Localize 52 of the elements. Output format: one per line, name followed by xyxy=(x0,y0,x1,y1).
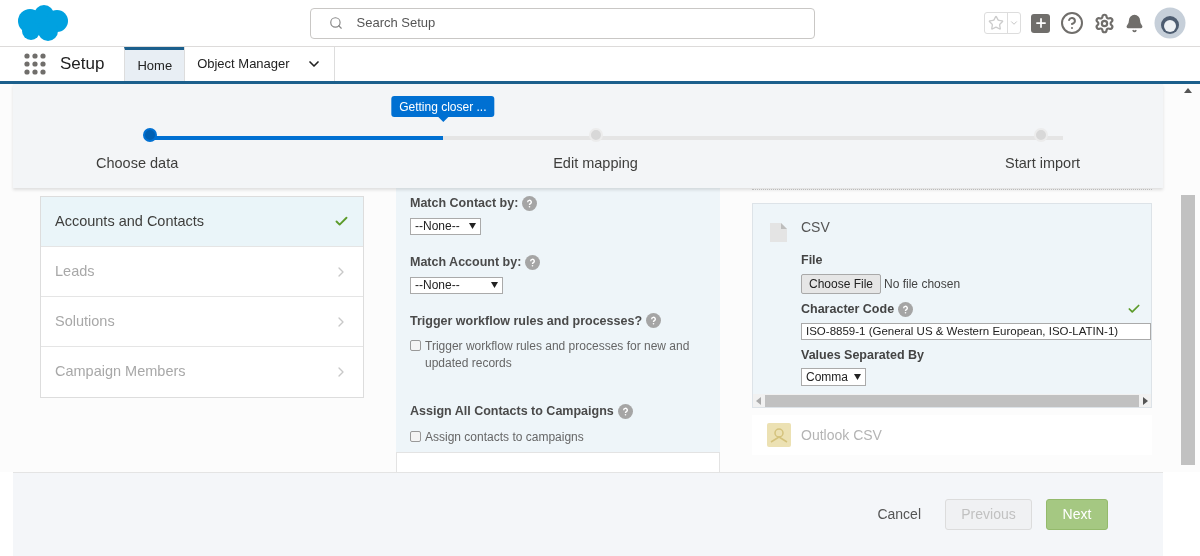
checkbox[interactable] xyxy=(410,431,421,442)
app-launcher-icon[interactable] xyxy=(24,53,46,75)
choose-file-button[interactable]: Choose File xyxy=(801,273,882,294)
help-icon[interactable] xyxy=(522,195,538,211)
settings-icon[interactable] xyxy=(1094,12,1115,34)
option-label: Trigger workflow rules and processes? xyxy=(410,312,642,330)
select-dropdown[interactable]: Comma xyxy=(801,368,866,387)
search-field[interactable]: Search Setup xyxy=(309,7,815,39)
star-icon xyxy=(988,15,1004,31)
help-icon[interactable] xyxy=(617,404,633,420)
field-label: File xyxy=(801,252,824,269)
step-label: Edit mapping xyxy=(553,154,638,173)
checkbox[interactable] xyxy=(410,340,421,352)
file-status: No file chosen xyxy=(884,275,961,293)
horizontal-scrollbar[interactable] xyxy=(753,394,1151,408)
help-icon[interactable] xyxy=(898,301,914,317)
option-label: Assign All Contacts to Campaigns xyxy=(410,403,614,421)
arrow-up-icon[interactable] xyxy=(1183,88,1192,93)
select-dropdown[interactable]: ISO-8859-1 (General US & Western European, ISO-LATIN-1) xyxy=(801,322,1151,340)
arrow-left-icon[interactable] xyxy=(756,396,761,405)
app-name: Setup xyxy=(60,53,105,76)
caret-icon xyxy=(469,223,476,230)
field-label: Values Separated By xyxy=(801,346,925,364)
help-icon[interactable] xyxy=(1060,11,1084,35)
step-label: Start import xyxy=(1005,154,1080,173)
nav-tab[interactable]: Home xyxy=(124,47,185,81)
field-label: Character Code xyxy=(801,300,895,318)
tooltip-pointer xyxy=(437,117,448,122)
step-label: Choose data xyxy=(96,154,179,173)
select-dropdown[interactable]: --None-- xyxy=(410,217,481,235)
option-label: Match Account by: xyxy=(410,253,522,271)
bell-icon[interactable] xyxy=(1125,13,1144,33)
help-icon[interactable] xyxy=(525,254,541,270)
caret-icon xyxy=(854,374,861,381)
add-icon[interactable] xyxy=(1031,13,1050,33)
document-icon xyxy=(769,223,788,242)
favorites-button[interactable] xyxy=(984,12,1021,34)
cancel-button[interactable]: Cancel xyxy=(867,499,931,530)
help-icon[interactable] xyxy=(646,313,661,329)
nav-tab[interactable]: Object Manager xyxy=(184,47,335,81)
search-icon xyxy=(328,16,343,30)
chevron-down-icon xyxy=(1009,18,1019,28)
option-label: Match Contact by: xyxy=(410,195,519,212)
source-title: CSV xyxy=(801,218,831,237)
select-dropdown[interactable]: --None-- xyxy=(410,276,503,294)
check-icon xyxy=(334,214,349,229)
checkbox-label: Assign contacts to campaigns xyxy=(425,429,584,446)
arrow-right-icon[interactable] xyxy=(1143,396,1148,405)
checkbox-label: Trigger workflow rules and processes for new and updated records xyxy=(425,338,691,373)
avatar[interactable] xyxy=(1154,7,1186,39)
caret-icon xyxy=(491,282,498,288)
object-list-item[interactable]: Accounts and Contacts xyxy=(41,197,363,247)
